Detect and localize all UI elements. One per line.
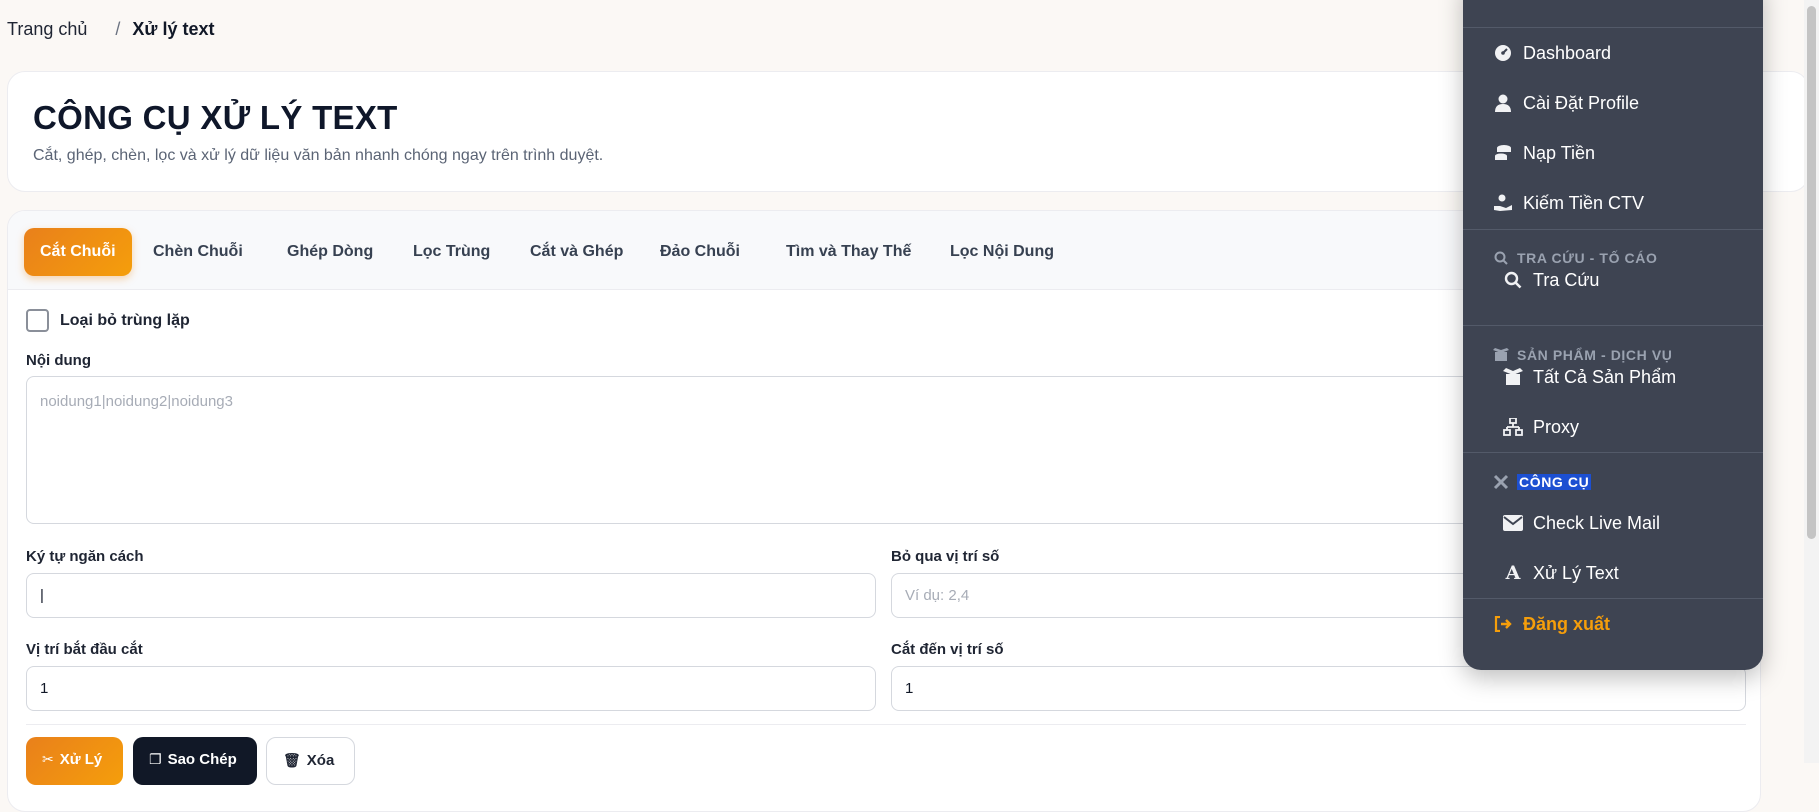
menu-item-label: Tất Cả Sản Phẩm (1533, 366, 1677, 387)
dedupe-checkbox[interactable] (26, 309, 49, 332)
dedupe-label: Loại bỏ trùng lặp (60, 311, 190, 329)
menu-item-text-tool[interactable]: A Xử Lý Text (1503, 556, 1619, 590)
separator-label: Ký tự ngăn cách (26, 548, 144, 565)
process-button-label: Xử Lý (59, 751, 103, 768)
menu-item-label: Tra Cứu (1533, 269, 1600, 290)
content-placeholder: noidung1|noidung2|noidung3 (40, 393, 233, 410)
menu-item-check-live-mail[interactable]: Check Live Mail (1503, 506, 1660, 540)
envelope-icon (1503, 515, 1523, 531)
menu-item-affiliate[interactable]: Kiếm Tiền CTV (1493, 186, 1644, 220)
search-icon (1503, 271, 1523, 289)
user-dropdown-menu: Dashboard Cài Đặt Profile Nạp Tiền Kiếm … (1463, 0, 1763, 670)
trash-icon: 🗑 (283, 752, 301, 768)
end-position-label: Cắt đến vị trí số (891, 641, 1004, 658)
tab-cat-chuoi[interactable]: Cắt Chuỗi (24, 228, 132, 276)
sign-out-icon (1493, 616, 1513, 632)
end-position-value: 1 (905, 680, 914, 697)
network-icon (1503, 418, 1523, 436)
process-button[interactable]: ✂ Xử Lý (26, 737, 123, 785)
tab-loc-noi-dung[interactable]: Lọc Nội Dung (934, 228, 1070, 276)
content-label: Nội dung (26, 352, 91, 369)
page-scrollbar[interactable] (1804, 0, 1819, 763)
start-position-value: 1 (40, 680, 49, 697)
menu-item-label: Proxy (1533, 416, 1580, 437)
tab-chen-chuoi[interactable]: Chèn Chuỗi (137, 228, 259, 276)
menu-divider (1463, 452, 1763, 453)
tab-tim-va-thay-the[interactable]: Tìm và Thay Thế (770, 228, 927, 276)
menu-item-proxy[interactable]: Proxy (1503, 410, 1579, 444)
clear-button[interactable]: 🗑 Xóa (266, 737, 355, 785)
separator-input[interactable]: | (26, 573, 876, 618)
menu-item-label: Nạp Tiền (1523, 142, 1596, 163)
tab-loc-trung[interactable]: Lọc Trùng (397, 228, 506, 276)
coins-icon (1493, 144, 1513, 162)
separator-value: | (40, 587, 44, 604)
tools-icon: ✂ (42, 751, 54, 767)
menu-item-lookup[interactable]: Tra Cứu (1503, 263, 1599, 297)
breadcrumb-home-link[interactable]: Trang chủ (7, 19, 87, 40)
menu-item-label: Kiếm Tiền CTV (1523, 192, 1645, 213)
copy-button[interactable]: ❐ Sao Chép (133, 737, 257, 785)
form-divider (26, 724, 1746, 725)
menu-divider (1463, 598, 1763, 599)
menu-item-label: Check Live Mail (1533, 512, 1661, 533)
tab-dao-chuoi[interactable]: Đảo Chuỗi (644, 228, 756, 276)
menu-section-label: CÔNG CỤ (1517, 474, 1592, 490)
menu-top-row-cutoff (1493, 0, 1738, 5)
menu-divider (1463, 325, 1763, 326)
tab-ghep-dong[interactable]: Ghép Dòng (271, 228, 389, 276)
user-icon (1493, 94, 1513, 112)
menu-item-profile[interactable]: Cài Đặt Profile (1493, 86, 1639, 120)
end-position-input[interactable]: 1 (891, 666, 1746, 711)
tab-cat-va-ghep[interactable]: Cắt và Ghép (514, 228, 639, 276)
page-title: CÔNG CỤ XỬ LÝ TEXT (33, 99, 398, 136)
skip-position-placeholder: Ví dụ: 2,4 (905, 587, 970, 604)
font-icon: A (1505, 562, 1521, 584)
page-scrollbar-thumb[interactable] (1807, 6, 1816, 539)
menu-item-label: Xử Lý Text (1533, 562, 1619, 583)
box-open-icon (1503, 368, 1523, 386)
breadcrumb-separator: / (115, 19, 121, 39)
menu-divider (1463, 27, 1763, 28)
tools-icon (1493, 474, 1509, 490)
breadcrumb-current: Xử lý text (132, 19, 215, 39)
dedupe-option[interactable]: Loại bỏ trùng lặp (26, 309, 190, 332)
skip-position-label: Bỏ qua vị trí số (891, 548, 1000, 565)
menu-item-label: Cài Đặt Profile (1523, 92, 1640, 113)
breadcrumb: Trang chủ / Xử lý text (7, 19, 214, 40)
menu-item-topup[interactable]: Nạp Tiền (1493, 136, 1595, 170)
clear-button-label: Xóa (306, 752, 335, 769)
gauge-icon (1493, 44, 1513, 62)
menu-item-label: Dashboard (1523, 42, 1612, 63)
logout-label: Đăng xuất (1523, 613, 1611, 634)
copy-button-label: Sao Chép (167, 751, 237, 768)
logout-button[interactable]: Đăng xuất (1493, 607, 1610, 641)
start-position-label: Vị trí bắt đầu cắt (26, 641, 143, 658)
hand-coin-icon (1493, 194, 1513, 212)
menu-section-tools: CÔNG CỤ (1493, 472, 1592, 492)
page-subtitle: Cắt, ghép, chèn, lọc và xử lý dữ liệu vă… (33, 147, 604, 164)
menu-item-dashboard[interactable]: Dashboard (1493, 36, 1611, 70)
copy-icon: ❐ (149, 751, 162, 767)
menu-item-all-products[interactable]: Tất Cả Sản Phẩm (1503, 360, 1676, 394)
start-position-input[interactable]: 1 (26, 666, 876, 711)
menu-divider (1463, 229, 1763, 230)
